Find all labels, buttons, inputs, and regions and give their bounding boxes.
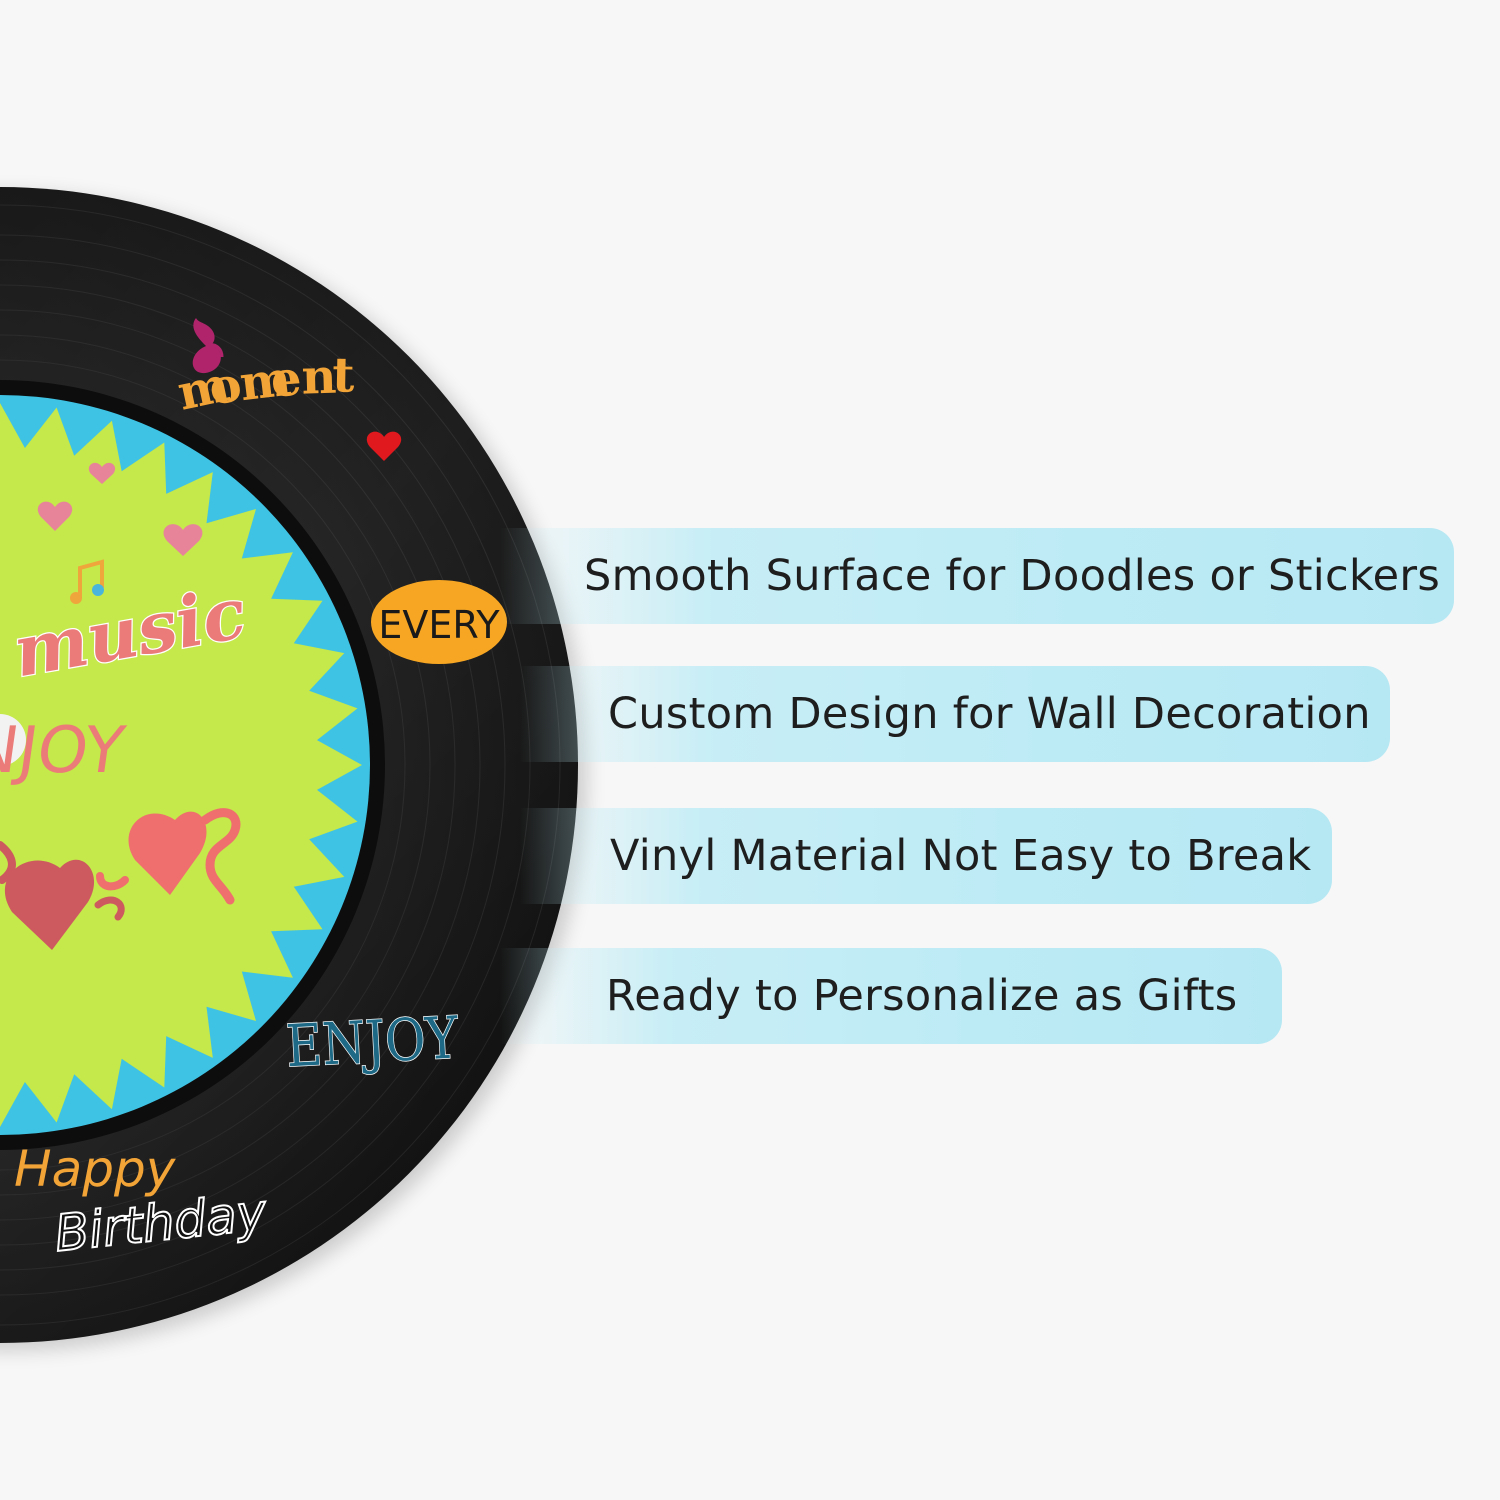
feature-bar-personalize-gifts: Ready to Personalize as Gifts [500, 948, 1282, 1044]
feature-text-vinyl-material: Vinyl Material Not Easy to Break [610, 831, 1312, 881]
ring-text-enjoy: ENJOY [284, 1003, 460, 1080]
ring-text-happy: Happy [14, 1140, 177, 1198]
feature-bar-smooth-surface: Smooth Surface for Doodles or Stickers [500, 528, 1454, 624]
every-badge: EVERY [371, 580, 507, 664]
feature-text-smooth-surface: Smooth Surface for Doodles or Stickers [584, 551, 1441, 601]
label-text-enjoy: ENJOY [0, 713, 130, 788]
every-badge-text: EVERY [378, 603, 500, 647]
moment-letter: e [269, 351, 304, 409]
feature-text-personalize-gifts: Ready to Personalize as Gifts [606, 971, 1238, 1021]
feature-bar-vinyl-material: Vinyl Material Not Easy to Break [520, 808, 1332, 904]
feature-bar-custom-design: Custom Design for Wall Decoration [520, 666, 1390, 762]
moment-letter: t [332, 347, 355, 403]
feature-text-custom-design: Custom Design for Wall Decoration [608, 689, 1371, 739]
